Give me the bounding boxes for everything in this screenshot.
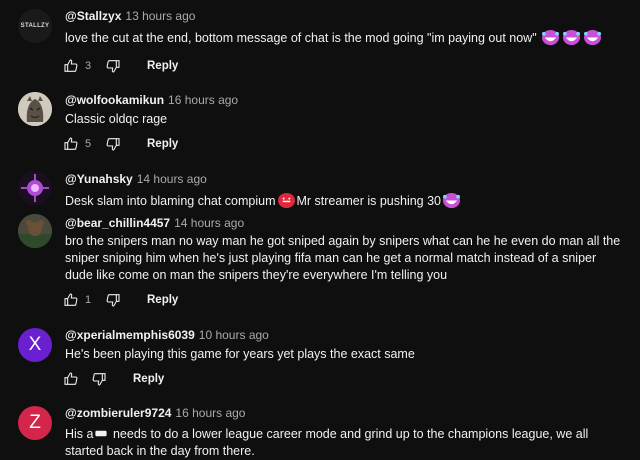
avatar[interactable]: X	[18, 328, 52, 362]
thumbs-up-icon[interactable]	[63, 136, 79, 152]
avatar-label: STALLZY	[20, 23, 50, 29]
author-name[interactable]: @Stallzyx	[65, 9, 121, 23]
comment-actions: 5 Reply	[63, 135, 178, 153]
author-name[interactable]: @xperialmemphis6039	[65, 328, 195, 342]
author-name[interactable]: @zombieruler9724	[65, 406, 171, 420]
avatar[interactable]	[18, 214, 52, 248]
bear-avatar-icon	[18, 214, 52, 248]
timestamp[interactable]: 13 hours ago	[125, 9, 195, 23]
like-count: 3	[85, 60, 92, 72]
laughing-emoji-icon	[584, 29, 602, 46]
laughing-emoji-icon	[563, 29, 581, 46]
author-name[interactable]: @Yunahsky	[65, 172, 133, 186]
like-count: 1	[85, 294, 92, 306]
comment-header: @wolfookamikun 16 hours ago	[65, 93, 238, 107]
thumbs-down-icon[interactable]	[105, 136, 121, 152]
avatar-letter: X	[28, 334, 42, 355]
author-name[interactable]: @wolfookamikun	[65, 93, 164, 107]
thumbs-down-icon[interactable]	[105, 58, 121, 74]
comment-text: Classic oldqc rage	[65, 112, 168, 126]
thumbs-up-icon[interactable]	[63, 371, 79, 387]
comment-text-part: needs to do a lower league career mode a…	[65, 427, 589, 458]
comment-actions: Reply	[63, 370, 164, 388]
comment-text: Desk slam into blaming chat compium Mr st…	[65, 192, 625, 210]
comment-header: @Stallzyx 13 hours ago	[65, 9, 195, 23]
laughing-emoji-icon	[542, 29, 560, 46]
comment-text: His a needs to do a lower league career …	[65, 425, 625, 460]
timestamp[interactable]: 16 hours ago	[168, 93, 238, 107]
comment-header: @bear_chillin4457 14 hours ago	[65, 216, 244, 230]
thumbs-up-icon[interactable]	[63, 58, 79, 74]
comment-text-body: love the cut at the end, bottom message …	[65, 31, 537, 45]
reply-button[interactable]: Reply	[147, 138, 178, 150]
avatar[interactable]: Z	[18, 406, 52, 440]
comment-header: @Yunahsky 14 hours ago	[65, 172, 207, 186]
reply-button[interactable]: Reply	[147, 60, 178, 72]
avatar-letter: Z	[29, 412, 41, 433]
comment-text: He's been playing this game for years ye…	[65, 347, 415, 361]
reply-button[interactable]: Reply	[133, 373, 164, 385]
comment-actions: 3 Reply	[63, 57, 178, 75]
thumbs-down-icon[interactable]	[105, 292, 121, 308]
laughing-emoji-icon	[443, 192, 461, 209]
glow-avatar-icon	[18, 171, 52, 205]
timestamp[interactable]: 16 hours ago	[175, 406, 245, 420]
comment-header: @zombieruler9724 16 hours ago	[65, 406, 245, 420]
like-count: 5	[85, 138, 92, 150]
avatar[interactable]	[18, 171, 52, 205]
avatar[interactable]	[18, 92, 52, 126]
timestamp[interactable]: 10 hours ago	[199, 328, 269, 342]
comment-text: love the cut at the end, bottom message …	[65, 29, 625, 47]
timestamp[interactable]: 14 hours ago	[174, 216, 244, 230]
comment-text-part: Desk slam into blaming chat compium	[65, 194, 276, 208]
wolf-avatar-icon	[18, 92, 52, 126]
comment-text-part: His a	[65, 427, 94, 441]
comment-text: bro the snipers man no way man he got sn…	[65, 234, 621, 282]
thumbs-up-icon[interactable]	[63, 292, 79, 308]
comment-header: @xperialmemphis6039 10 hours ago	[65, 328, 269, 342]
red-blob-emoji-icon	[277, 192, 295, 209]
timestamp[interactable]: 14 hours ago	[137, 172, 207, 186]
comment-text-part: Mr streamer is pushing 30	[296, 194, 442, 208]
author-name[interactable]: @bear_chillin4457	[65, 216, 170, 230]
thumbs-down-icon[interactable]	[91, 371, 107, 387]
comment-actions: 1 Reply	[63, 291, 178, 309]
censor-emoji-icon	[95, 430, 108, 437]
reply-button[interactable]: Reply	[147, 294, 178, 306]
avatar[interactable]: STALLZY	[18, 9, 52, 43]
